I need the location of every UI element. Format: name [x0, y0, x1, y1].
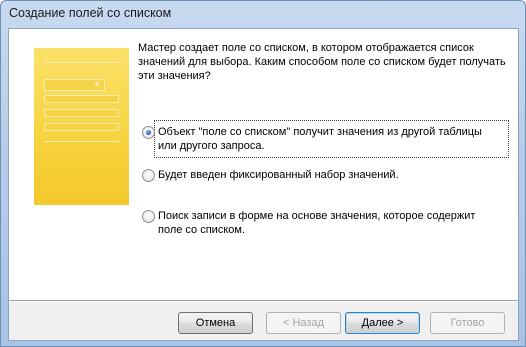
title-bar[interactable]: Создание полей со списком — [1, 1, 525, 27]
wizard-content-panel: ▼ Мастер создает поле со списком, в кото… — [9, 29, 518, 300]
radio-button[interactable] — [142, 169, 155, 182]
radio-button[interactable] — [142, 210, 155, 223]
finish-button[interactable]: Готово — [430, 312, 505, 334]
cancel-button[interactable]: Отмена — [178, 312, 253, 334]
combo-box-illustration-icon: ▼ — [34, 48, 129, 205]
option-label: Объект "поле со списком" получит значени… — [158, 126, 482, 152]
option-label: Поиск записи в форме на основе значения,… — [158, 210, 476, 236]
window-title: Создание полей со списком — [9, 6, 172, 20]
wizard-description: Мастер создает поле со списком, в которо… — [138, 42, 506, 82]
back-button[interactable]: < Назад — [266, 312, 341, 334]
option-label: Будет введен фиксированный набор значени… — [158, 169, 399, 181]
separator-highlight — [9, 301, 518, 302]
wizard-client-area: ▼ Мастер создает поле со списком, в кото… — [8, 28, 519, 341]
wizard-window: Создание полей со списком ▼ Мастер созда… — [0, 0, 526, 347]
next-button[interactable]: Далее > — [345, 312, 420, 334]
radio-button-selected[interactable] — [142, 126, 155, 139]
